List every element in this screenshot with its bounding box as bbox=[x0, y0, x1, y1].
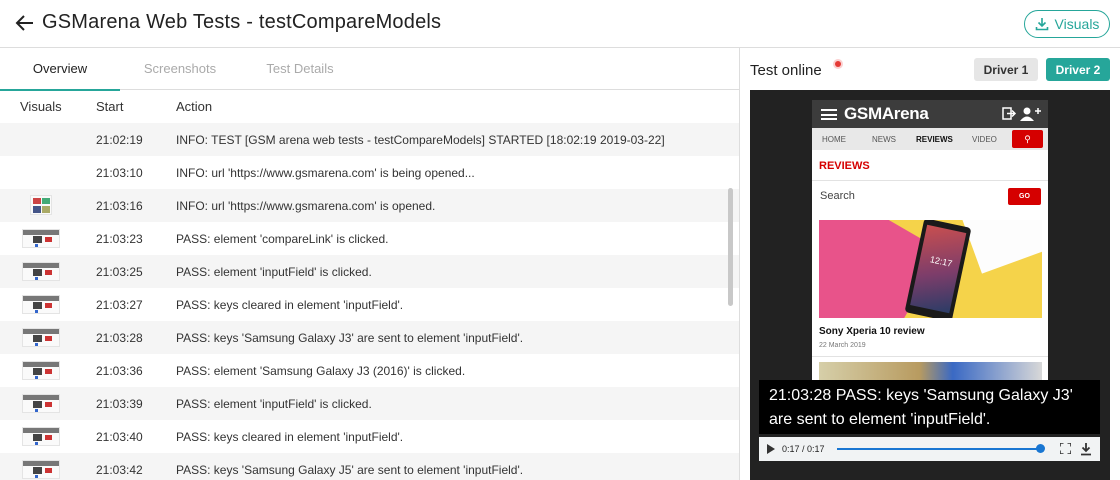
row-start-time: 21:03:27 bbox=[96, 298, 143, 312]
nav-news: NEWS bbox=[872, 135, 896, 144]
app-header: GSMarena Web Tests - testCompareModels V… bbox=[0, 0, 1120, 48]
site-search-icon: ⚲ bbox=[1012, 130, 1043, 148]
screenshot-thumbnail[interactable] bbox=[22, 229, 60, 248]
tab-screenshots[interactable]: Screenshots bbox=[120, 48, 240, 90]
row-action: INFO: url 'https://www.gsmarena.com' is … bbox=[176, 199, 436, 213]
screenshot-thumbnail[interactable] bbox=[30, 195, 52, 215]
back-arrow-icon[interactable] bbox=[14, 12, 36, 34]
table-row[interactable]: 21:03:39 PASS: element 'inputField' is c… bbox=[0, 387, 739, 420]
site-logo: GSMArena bbox=[844, 104, 929, 123]
screenshot-thumbnail[interactable] bbox=[22, 262, 60, 281]
video-time: 0:17 / 0:17 bbox=[782, 444, 825, 454]
test-online-label: Test online bbox=[750, 62, 822, 79]
row-action: PASS: element 'compareLink' is clicked. bbox=[176, 232, 389, 246]
column-header-start: Start bbox=[96, 99, 124, 114]
screenshot-thumbnail[interactable] bbox=[22, 394, 60, 413]
tab-test-details-label: Test Details bbox=[266, 61, 334, 76]
screenshot-thumbnail[interactable] bbox=[22, 361, 60, 380]
table-row[interactable]: 21:03:23 PASS: element 'compareLink' is … bbox=[0, 222, 739, 255]
table-row[interactable]: 21:03:28 PASS: keys 'Samsung Galaxy J3' … bbox=[0, 321, 739, 354]
row-start-time: 21:03:40 bbox=[96, 430, 143, 444]
driver-2-button[interactable]: Driver 2 bbox=[1046, 58, 1110, 81]
row-action: PASS: keys cleared in element 'inputFiel… bbox=[176, 430, 404, 444]
section-title: REVIEWS bbox=[819, 160, 870, 172]
video-download-icon[interactable] bbox=[1080, 442, 1092, 456]
row-action: PASS: keys 'Samsung Galaxy J3' are sent … bbox=[176, 331, 524, 345]
table-row[interactable]: 21:03:10 INFO: url 'https://www.gsmarena… bbox=[0, 156, 739, 189]
row-action: INFO: url 'https://www.gsmarena.com' is … bbox=[176, 166, 475, 180]
screenshot-thumbnail[interactable] bbox=[22, 460, 60, 479]
row-action: PASS: keys cleared in element 'inputFiel… bbox=[176, 298, 404, 312]
tab-overview-label: Overview bbox=[32, 61, 88, 76]
table-row[interactable]: 21:02:19 INFO: TEST [GSM arena web tests… bbox=[0, 123, 739, 156]
table-row[interactable]: 21:03:42 PASS: keys 'Samsung Galaxy J5' … bbox=[0, 453, 739, 480]
row-start-time: 21:03:10 bbox=[96, 166, 143, 180]
column-header-visuals: Visuals bbox=[20, 99, 62, 114]
table-row[interactable]: 21:03:36 PASS: element 'Samsung Galaxy J… bbox=[0, 354, 739, 387]
video-progress-bar[interactable] bbox=[837, 448, 1041, 450]
review-title: Sony Xperia 10 review bbox=[819, 326, 925, 337]
tab-overview[interactable]: Overview bbox=[0, 48, 120, 91]
row-start-time: 21:03:42 bbox=[96, 463, 143, 477]
row-start-time: 21:02:19 bbox=[96, 133, 143, 147]
nav-video: VIDEO bbox=[972, 135, 997, 144]
fullscreen-icon[interactable] bbox=[1060, 443, 1071, 454]
table-row[interactable]: 21:03:16 INFO: url 'https://www.gsmarena… bbox=[0, 189, 739, 222]
row-start-time: 21:03:16 bbox=[96, 199, 143, 213]
tab-test-details[interactable]: Test Details bbox=[240, 48, 360, 90]
live-indicator-icon bbox=[835, 61, 841, 67]
row-start-time: 21:03:25 bbox=[96, 265, 143, 279]
site-nav: HOME NEWS REVIEWS VIDEO ⚲ bbox=[812, 128, 1048, 150]
live-preview-panel: Test online Driver 1 Driver 2 GSMArena H… bbox=[741, 48, 1120, 480]
row-start-time: 21:03:39 bbox=[96, 397, 143, 411]
row-start-time: 21:03:23 bbox=[96, 232, 143, 246]
table-header: Visuals Start Action bbox=[0, 90, 739, 123]
row-action: PASS: keys 'Samsung Galaxy J5' are sent … bbox=[176, 463, 524, 477]
login-user-icon bbox=[1002, 107, 1041, 121]
log-table-body: 21:02:19 INFO: TEST [GSM arena web tests… bbox=[0, 123, 739, 480]
row-action: PASS: element 'inputField' is clicked. bbox=[176, 397, 372, 411]
video-player[interactable]: GSMArena HOME NEWS REVIEWS VIDEO ⚲ REVIE… bbox=[750, 90, 1110, 480]
log-panel: Overview Screenshots Test Details Visual… bbox=[0, 48, 740, 480]
column-header-action: Action bbox=[176, 99, 213, 114]
browser-screenshot: GSMArena HOME NEWS REVIEWS VIDEO ⚲ REVIE… bbox=[812, 100, 1048, 400]
site-header: GSMArena bbox=[812, 100, 1048, 128]
tab-bar: Overview Screenshots Test Details bbox=[0, 48, 739, 91]
site-search-field: Search bbox=[820, 190, 855, 202]
table-row[interactable]: 21:03:27 PASS: keys cleared in element '… bbox=[0, 288, 739, 321]
nav-reviews: REVIEWS bbox=[916, 135, 953, 144]
video-controls: 0:17 / 0:17 bbox=[759, 437, 1100, 461]
phone-clock: 12:17 bbox=[929, 254, 954, 269]
row-action: INFO: TEST [GSM arena web tests - testCo… bbox=[176, 133, 665, 147]
driver-1-button[interactable]: Driver 1 bbox=[974, 58, 1038, 81]
row-start-time: 21:03:28 bbox=[96, 331, 143, 345]
play-icon[interactable] bbox=[767, 444, 775, 454]
menu-icon bbox=[821, 109, 837, 120]
site-go-button: GO bbox=[1008, 188, 1041, 205]
download-icon bbox=[1035, 18, 1048, 31]
row-action: PASS: element 'Samsung Galaxy J3 (2016)'… bbox=[176, 364, 466, 378]
visuals-button[interactable]: Visuals bbox=[1024, 10, 1110, 38]
video-progress-handle[interactable] bbox=[1036, 444, 1045, 453]
row-start-time: 21:03:36 bbox=[96, 364, 143, 378]
review-date: 22 March 2019 bbox=[819, 342, 866, 349]
screenshot-thumbnail[interactable] bbox=[22, 328, 60, 347]
review-hero-image: 12:17 bbox=[819, 220, 1042, 318]
nav-home: HOME bbox=[822, 135, 846, 144]
visuals-button-label: Visuals bbox=[1054, 16, 1100, 32]
screenshot-thumbnail[interactable] bbox=[22, 427, 60, 446]
tab-screenshots-label: Screenshots bbox=[143, 61, 217, 76]
screenshot-thumbnail[interactable] bbox=[22, 295, 60, 314]
table-row[interactable]: 21:03:25 PASS: element 'inputField' is c… bbox=[0, 255, 739, 288]
video-subtitle: 21:03:28 PASS: keys 'Samsung Galaxy J3' … bbox=[759, 380, 1100, 434]
page-title: GSMarena Web Tests - testCompareModels bbox=[42, 11, 442, 33]
row-action: PASS: element 'inputField' is clicked. bbox=[176, 265, 372, 279]
table-row[interactable]: 21:03:40 PASS: keys cleared in element '… bbox=[0, 420, 739, 453]
log-scrollbar[interactable] bbox=[728, 188, 733, 306]
